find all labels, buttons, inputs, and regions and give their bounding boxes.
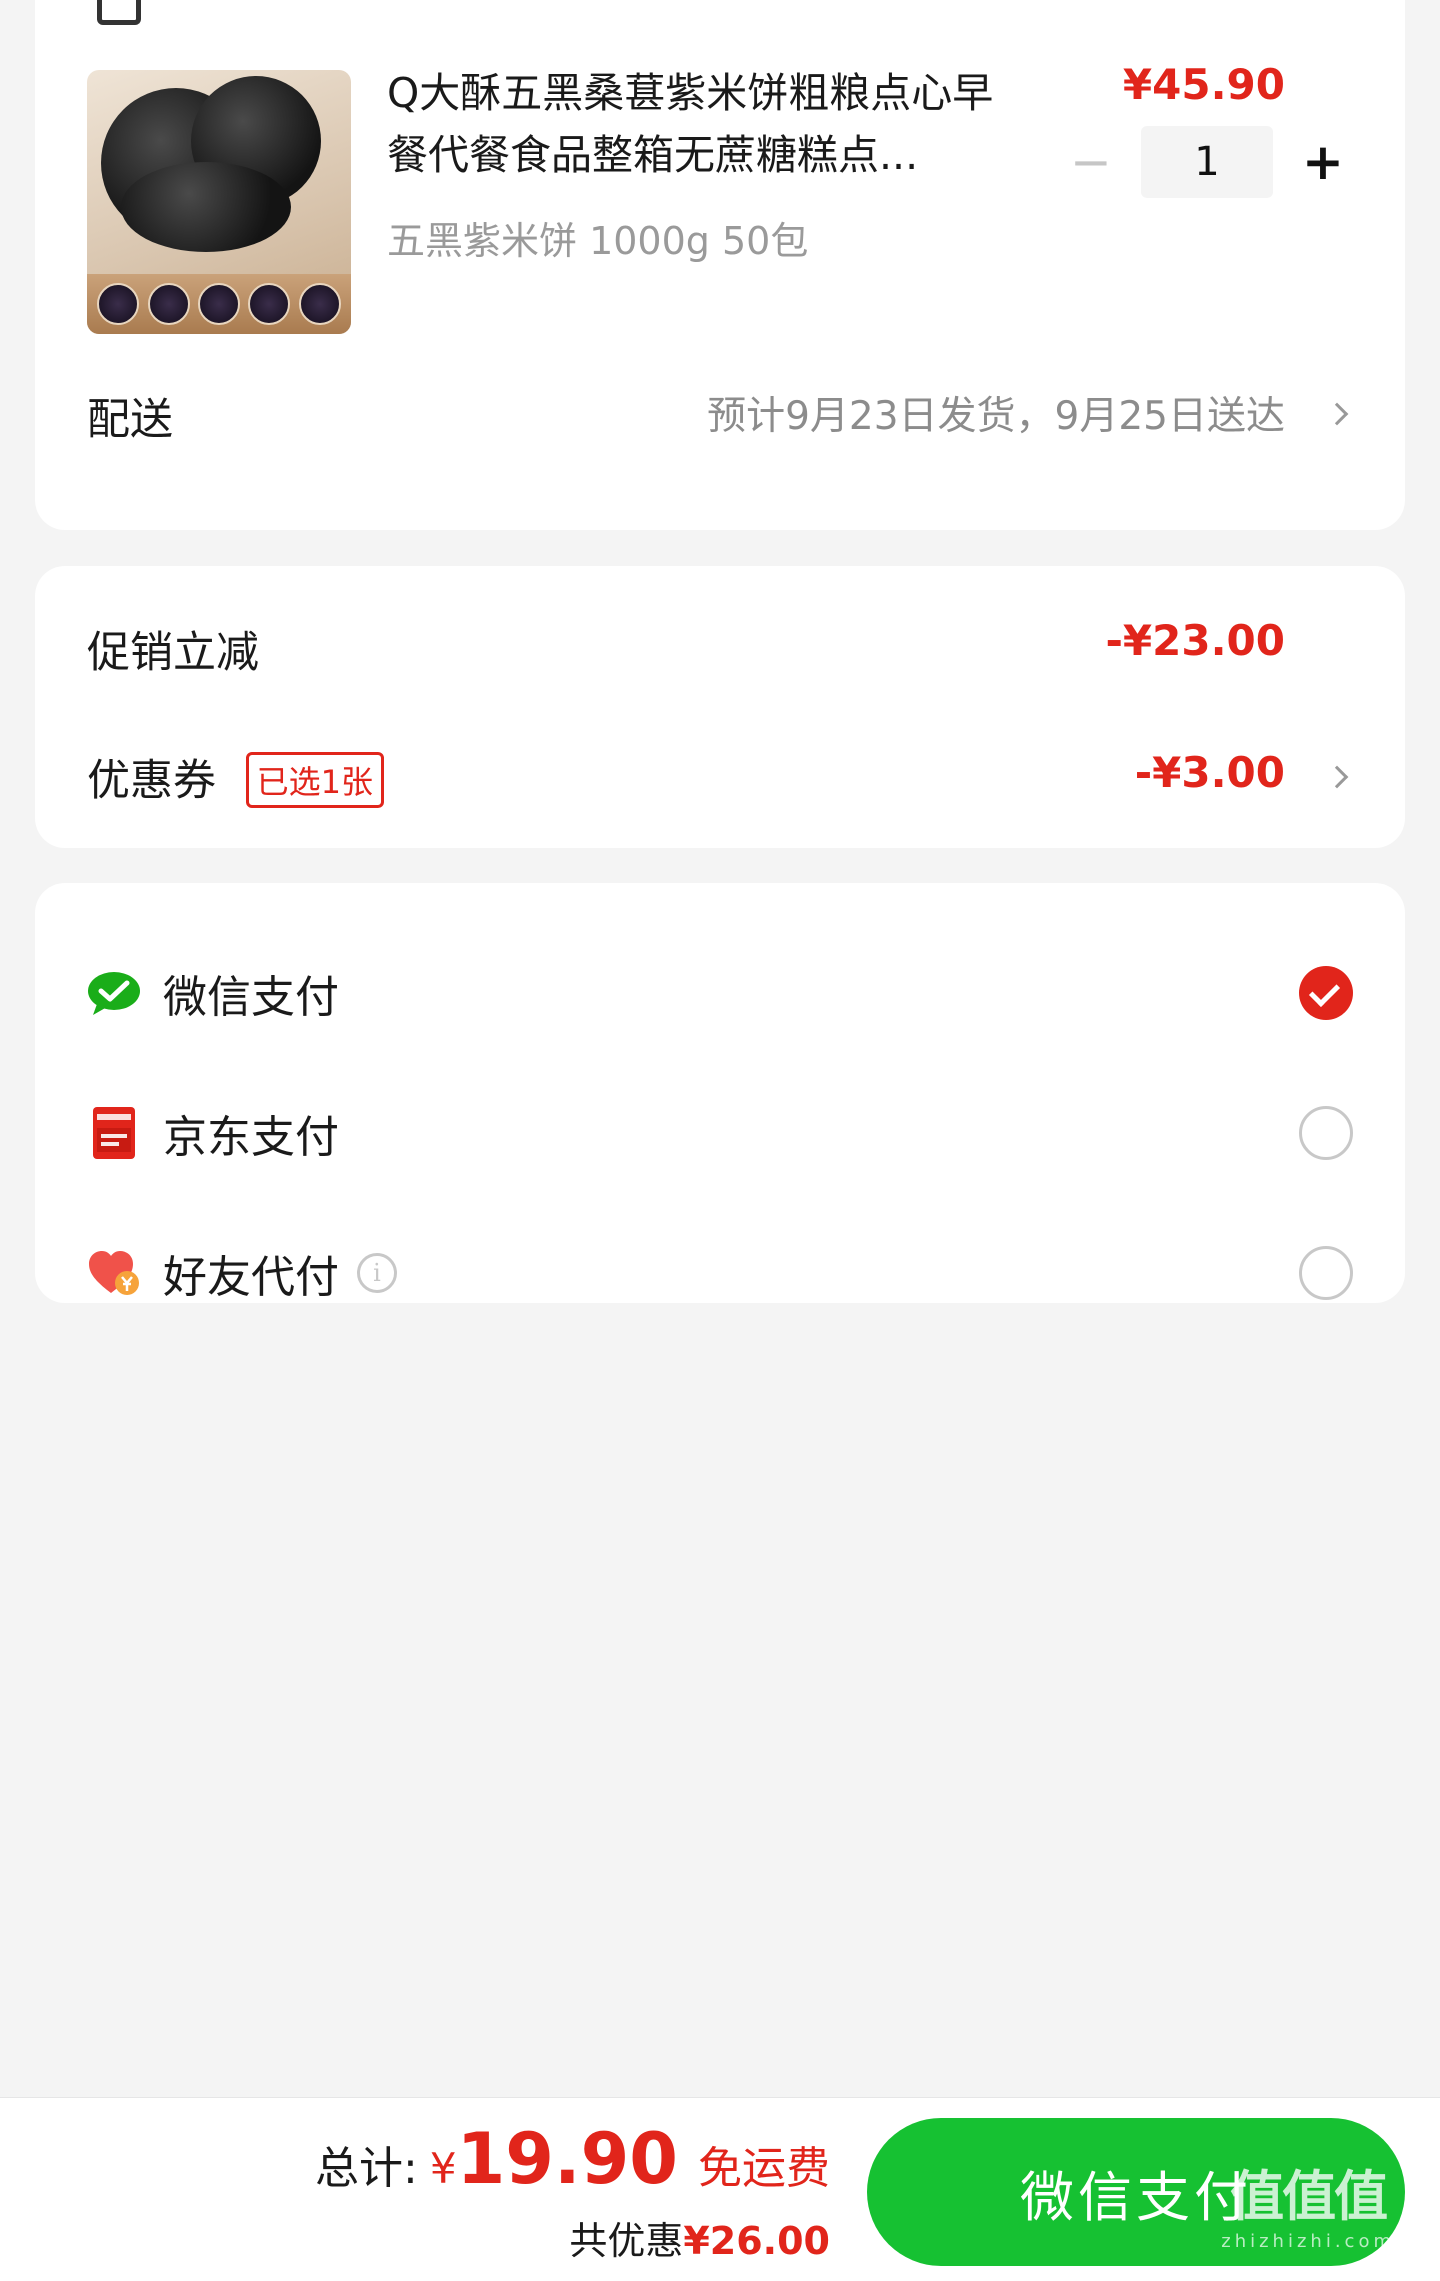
payment-methods-card: 微信支付 京东支付 好友代付 i — [35, 883, 1405, 1303]
order-item-card: Q大酥五黑桑葚紫米饼粗粮点心早餐代餐食品整箱无蔗糖糕点... 五黑紫米饼 100… — [35, 0, 1405, 530]
radio-checked[interactable] — [1299, 966, 1353, 1020]
coupon-amount[interactable]: -¥3.00 — [1135, 748, 1285, 797]
radio-unchecked[interactable] — [1299, 1246, 1353, 1300]
currency-symbol: ¥ — [429, 2144, 457, 2193]
delivery-label: 配送 — [87, 395, 173, 445]
watermark-logo: 值值值 zhizhizhi.com — [1221, 2165, 1395, 2252]
delivery-estimate[interactable]: 预计9月23日发货，9月25日送达 — [707, 385, 1285, 441]
payment-option-wechat[interactable]: 微信支付 — [87, 953, 1353, 1033]
product-image[interactable] — [87, 70, 351, 334]
chevron-right-icon[interactable] — [1325, 402, 1349, 426]
product-spec[interactable]: 五黑紫米饼 1000g 50包 — [387, 210, 808, 265]
quantity-input[interactable]: 1 — [1141, 126, 1273, 198]
payment-option-label: 好友代付 — [163, 1252, 339, 1303]
promo-label: 促销立减 — [87, 628, 259, 678]
product-title[interactable]: Q大酥五黑桑葚紫米饼粗粮点心早餐代餐食品整箱无蔗糖糕点... — [387, 62, 1027, 186]
wechat-pay-icon — [87, 966, 141, 1020]
pay-button-label: 微信支付 — [1020, 2165, 1252, 2229]
chevron-right-icon[interactable] — [1325, 765, 1349, 789]
order-total: 总计: ¥ 19.90 免运费 — [315, 2118, 830, 2200]
coupon-label: 优惠券 — [87, 756, 216, 806]
product-image-ingredients — [87, 274, 351, 334]
savings-amount: ¥26.00 — [683, 2219, 830, 2263]
total-amount: 19.90 — [456, 2118, 678, 2200]
coupon-row[interactable]: 优惠券 已选1张 — [87, 746, 385, 812]
store-header[interactable] — [97, 0, 165, 28]
checkout-bar: 总计: ¥ 19.90 免运费 共优惠¥26.00 微信支付 值值值 zhizh… — [0, 2097, 1440, 2281]
product-price: ¥45.90 — [1122, 60, 1285, 109]
total-label: 总计: — [315, 2143, 418, 2194]
savings-label: 共优惠 — [569, 2219, 684, 2263]
payment-option-jd[interactable]: 京东支付 — [87, 1093, 1353, 1173]
total-savings[interactable]: 共优惠¥26.00 — [569, 2210, 830, 2265]
payment-option-label: 京东支付 — [163, 1112, 339, 1163]
decrease-quantity-button[interactable]: − — [1061, 126, 1121, 198]
increase-quantity-button[interactable]: + — [1293, 126, 1353, 198]
quantity-stepper: − 1 + — [1061, 126, 1353, 198]
payment-option-friend[interactable]: 好友代付 i — [87, 1233, 1353, 1313]
friend-pay-icon — [87, 1246, 141, 1300]
promo-amount: -¥23.00 — [1105, 616, 1285, 665]
pay-button[interactable]: 微信支付 值值值 zhizhizhi.com — [867, 2118, 1405, 2266]
radio-unchecked[interactable] — [1299, 1106, 1353, 1160]
free-shipping-label: 免运费 — [698, 2143, 830, 2194]
coupon-selected-badge: 已选1张 — [245, 751, 385, 808]
store-icon — [97, 0, 141, 25]
discount-card: 促销立减 -¥23.00 优惠券 已选1张 -¥3.00 — [35, 566, 1405, 848]
jd-pay-icon — [87, 1106, 141, 1160]
info-icon[interactable]: i — [357, 1253, 397, 1293]
payment-option-label: 微信支付 — [163, 972, 339, 1023]
product-image-cake — [121, 162, 291, 252]
